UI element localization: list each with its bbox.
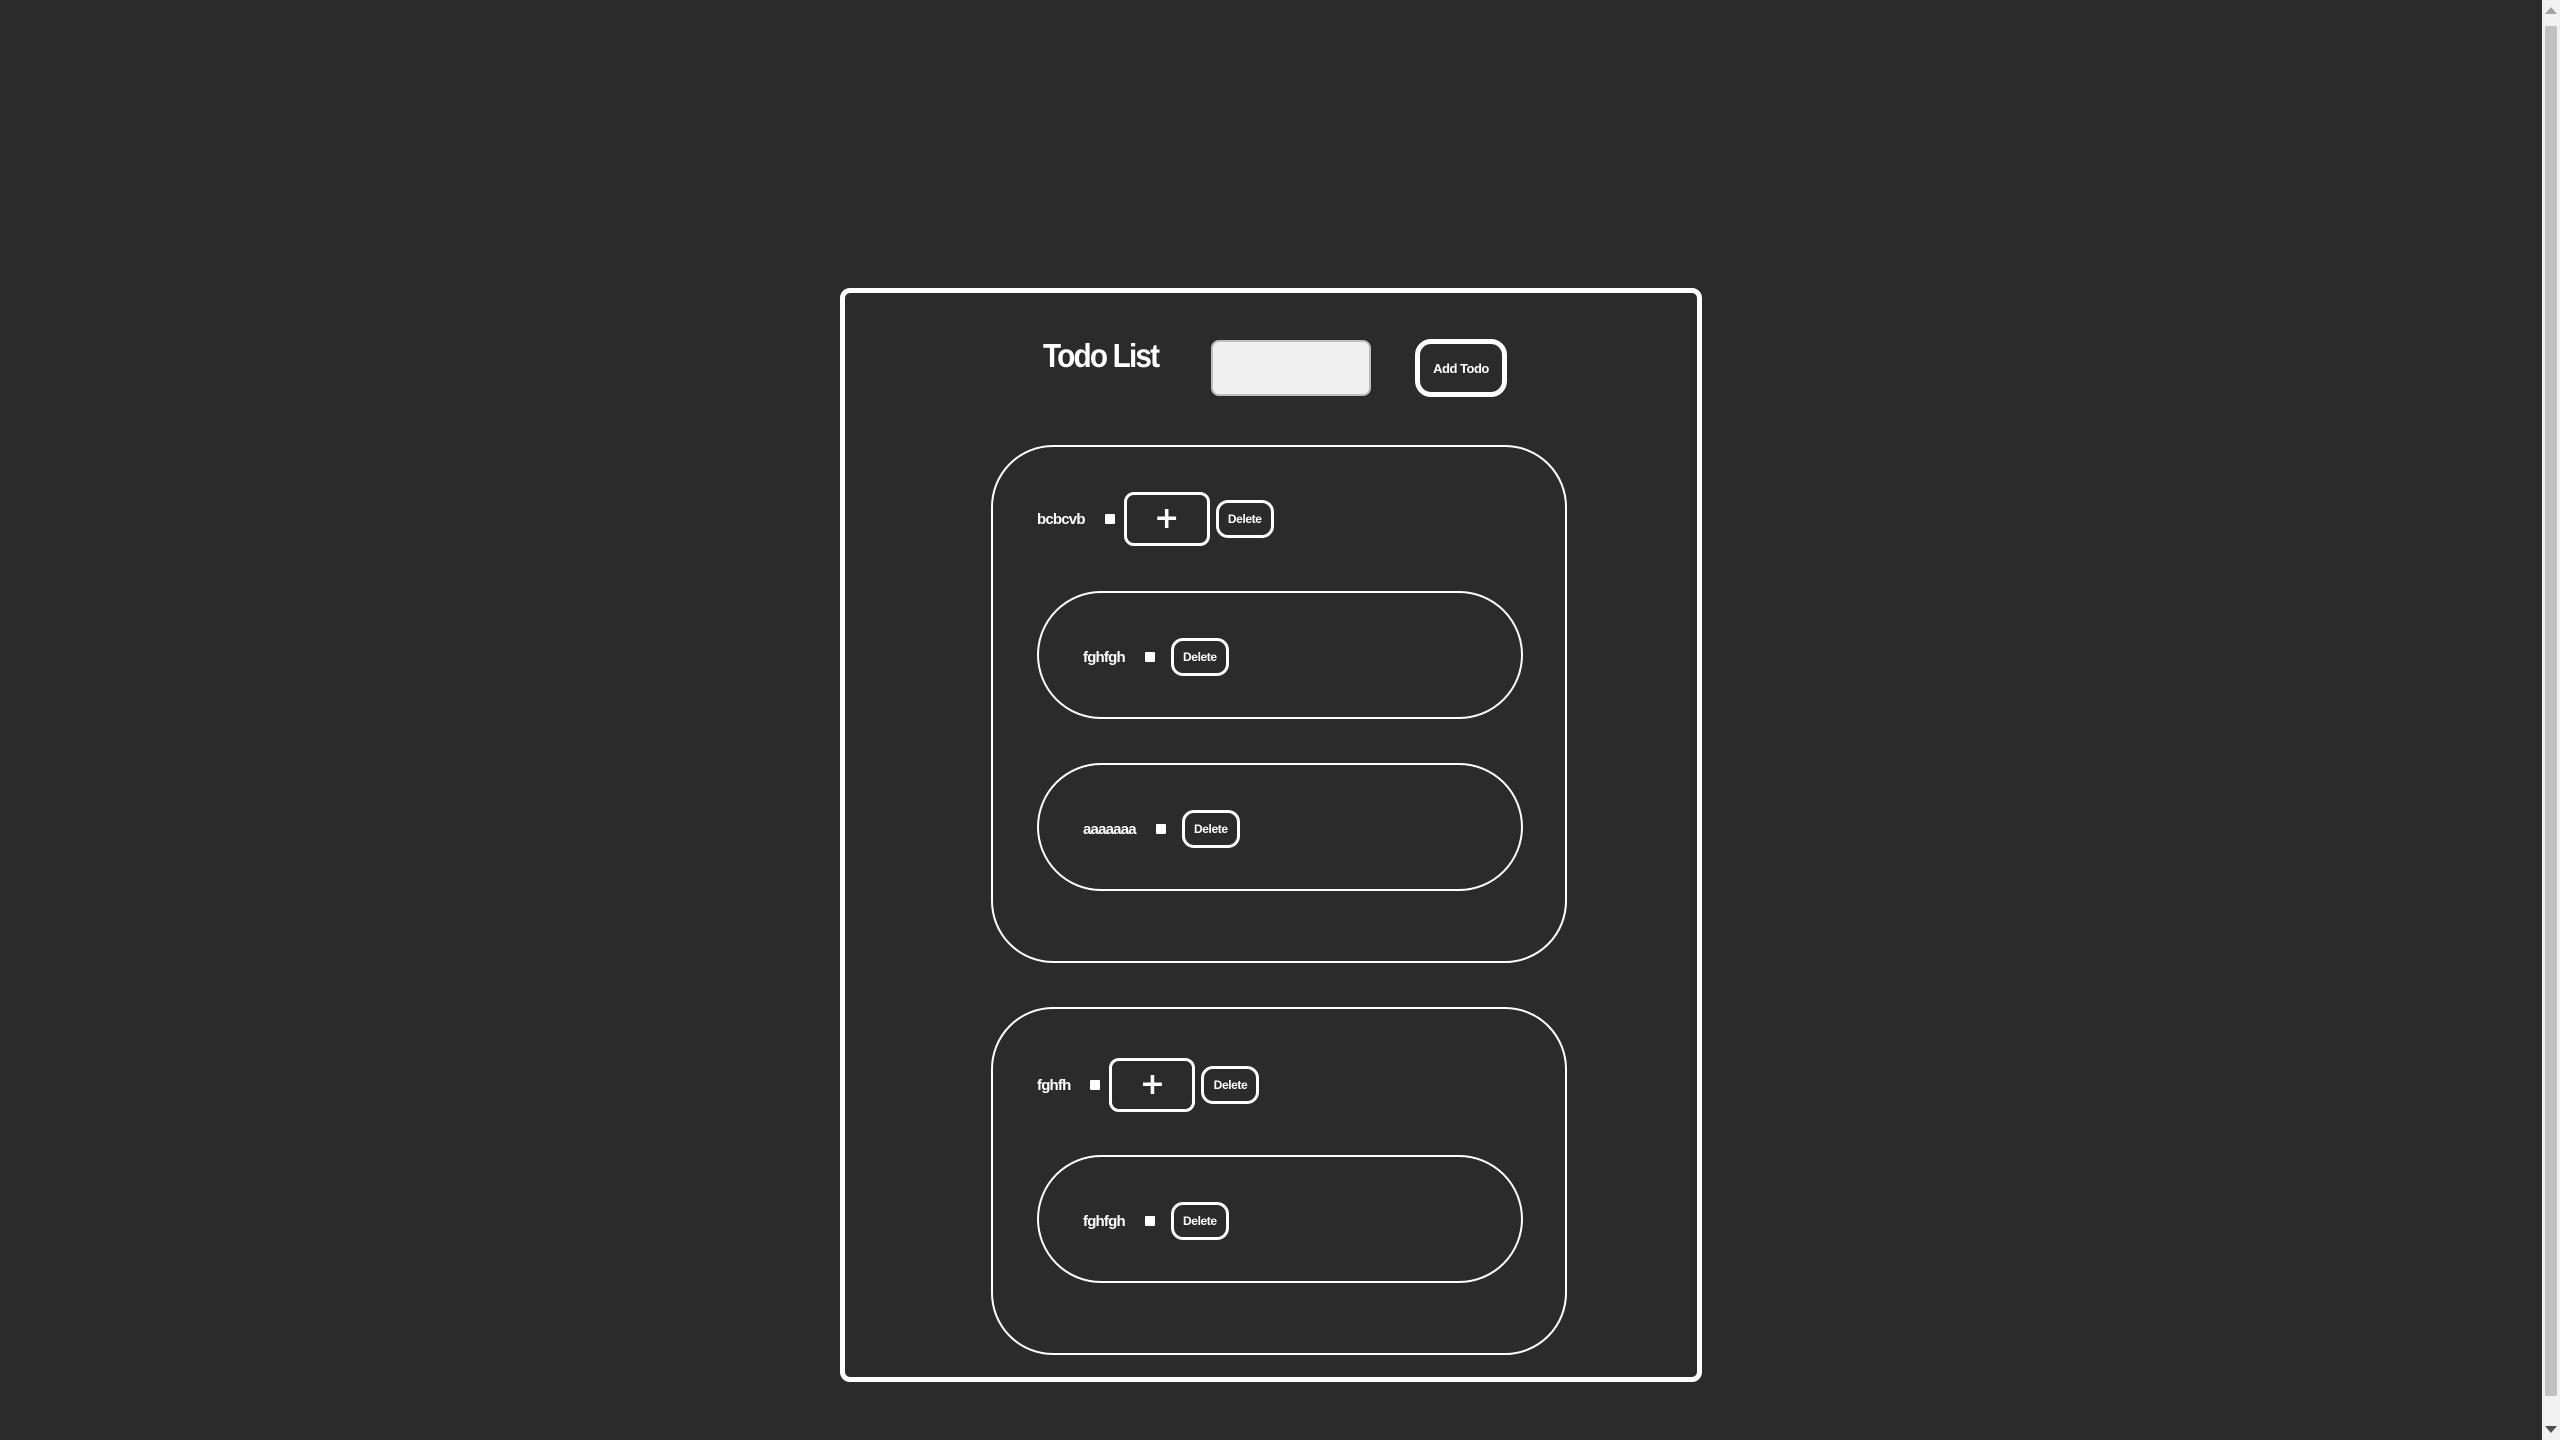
scrollbar-thumb[interactable] <box>2545 26 2557 1396</box>
todo-item-label: fghfh <box>1037 1076 1071 1094</box>
delete-subtask-button[interactable]: Delete <box>1170 638 1229 676</box>
new-todo-input[interactable] <box>1211 340 1371 396</box>
todo-item-row: fghfh + Delete <box>1037 1057 1260 1113</box>
delete-todo-button[interactable]: Delete <box>1201 1066 1260 1104</box>
todo-item: bcbcvb + Delete fghfgh Delete aaaaaaa De… <box>991 445 1567 963</box>
page-viewport: Todo List Add Todo bcbcvb + Delete fghfg… <box>0 0 2542 1440</box>
todo-item-row: bcbcvb + Delete <box>1037 491 1274 547</box>
subtask-label: aaaaaaa <box>1083 820 1137 838</box>
subtask-label: fghfgh <box>1083 648 1126 666</box>
subtask-checkbox[interactable] <box>1144 1216 1155 1226</box>
subtask-item: fghfgh Delete <box>1037 591 1523 719</box>
todo-item-label: bcbcvb <box>1037 510 1086 528</box>
add-todo-button[interactable]: Add Todo <box>1415 339 1507 397</box>
todo-item-checkbox[interactable] <box>1090 1080 1101 1090</box>
scroll-up-arrow-icon[interactable] <box>2545 7 2557 14</box>
todo-item: fghfh + Delete fghfgh Delete <box>991 1007 1567 1355</box>
todo-item-checkbox[interactable] <box>1104 514 1115 524</box>
subtask-row: aaaaaaa Delete <box>1083 809 1240 849</box>
delete-todo-button[interactable]: Delete <box>1215 500 1274 538</box>
delete-subtask-button[interactable]: Delete <box>1170 1202 1229 1240</box>
subtask-checkbox[interactable] <box>1155 824 1166 834</box>
add-subtask-button[interactable]: + <box>1109 1058 1196 1112</box>
todo-header: Todo List Add Todo <box>845 293 1697 413</box>
page-title: Todo List <box>1043 337 1160 374</box>
subtask-label: fghfgh <box>1083 1212 1126 1230</box>
subtask-item: aaaaaaa Delete <box>1037 763 1523 891</box>
subtask-row: fghfgh Delete <box>1083 637 1229 677</box>
add-subtask-button[interactable]: + <box>1123 492 1210 546</box>
todo-app-container: Todo List Add Todo bcbcvb + Delete fghfg… <box>840 288 1702 1382</box>
subtask-row: fghfgh Delete <box>1083 1201 1229 1241</box>
scroll-down-arrow-icon[interactable] <box>2545 1426 2557 1433</box>
delete-subtask-button[interactable]: Delete <box>1181 810 1240 848</box>
subtask-item: fghfgh Delete <box>1037 1155 1523 1283</box>
subtask-checkbox[interactable] <box>1144 652 1155 662</box>
vertical-scrollbar[interactable] <box>2542 0 2560 1440</box>
